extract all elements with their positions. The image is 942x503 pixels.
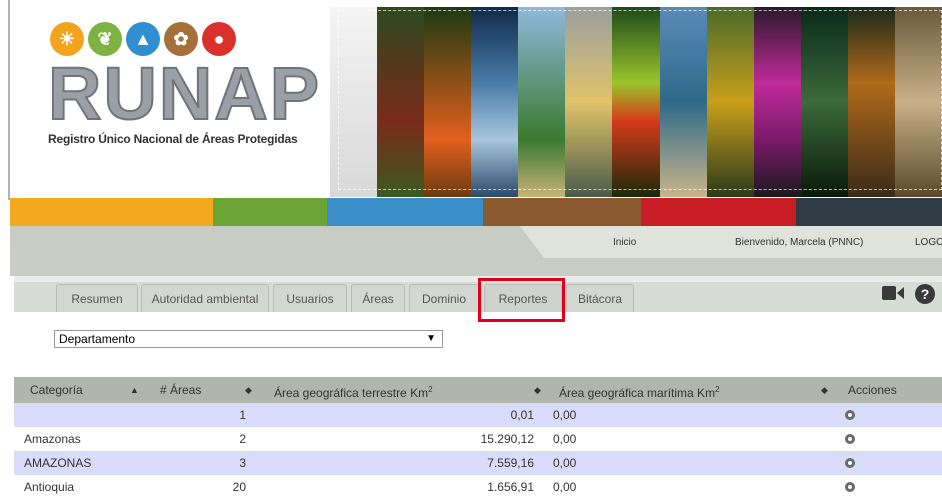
tab-usuarios[interactable]: Usuarios bbox=[273, 284, 347, 312]
department-select[interactable]: Departamento ▼ bbox=[54, 330, 443, 348]
cell-maritima: 0,00 bbox=[553, 456, 577, 470]
cell-categoria: Antioquia bbox=[24, 480, 75, 494]
sort-icon[interactable]: ◆ bbox=[245, 377, 252, 403]
color-bar bbox=[10, 198, 942, 226]
action-view-icon[interactable] bbox=[845, 410, 855, 420]
sort-icon[interactable]: ◆ bbox=[534, 377, 541, 403]
welcome-text: Bienvenido, Marcela (PNNC) bbox=[735, 237, 864, 248]
header-categoria[interactable]: Categoría bbox=[30, 377, 83, 403]
logo-icons: ☀ ❦ ▲ ✿ ● bbox=[50, 22, 298, 56]
runap-logo[interactable]: ☀ ❦ ▲ ✿ ● RUNAP Registro Único Nacional … bbox=[47, 22, 322, 182]
cell-terrestre: 7.559,16 bbox=[487, 456, 534, 470]
logout-link[interactable]: LOGOU bbox=[915, 237, 942, 248]
highlight-box bbox=[478, 278, 565, 322]
inicio-link[interactable]: Inicio bbox=[613, 237, 636, 248]
cell-categoria: AMAZONAS bbox=[24, 456, 92, 470]
leaf-icon: ❦ bbox=[88, 22, 122, 56]
chevron-down-icon: ▼ bbox=[426, 333, 436, 344]
header-maritima[interactable]: Área geográfica marítima Km2 bbox=[559, 377, 720, 403]
tab-bitacora[interactable]: Bitácora bbox=[566, 284, 634, 312]
cell-terrestre: 0,01 bbox=[510, 408, 534, 422]
top-nav: Inicio Bienvenido, Marcela (PNNC) LOGOU bbox=[10, 226, 942, 276]
action-view-icon[interactable] bbox=[845, 434, 855, 444]
sun-icon: ☀ bbox=[50, 22, 84, 56]
table-row[interactable]: AMAZONAS 3 7.559,16 0,00 bbox=[14, 451, 942, 475]
logo-subtitle: Registro Único Nacional de Áreas Protegi… bbox=[48, 132, 298, 146]
cell-maritima: 0,00 bbox=[553, 432, 577, 446]
runap-page: ☀ ❦ ▲ ✿ ● RUNAP Registro Único Nacional … bbox=[0, 0, 942, 503]
table-row[interactable]: Antioquia 20 1.656,91 0,00 bbox=[14, 475, 942, 499]
mountain-icon: ▲ bbox=[126, 22, 160, 56]
cell-terrestre: 1.656,91 bbox=[487, 480, 534, 494]
cell-categoria: Amazonas bbox=[24, 432, 81, 446]
help-icon[interactable]: ? bbox=[915, 284, 935, 304]
left-rule bbox=[8, 0, 10, 200]
cell-num: 2 bbox=[239, 432, 246, 446]
cell-maritima: 0,00 bbox=[553, 480, 577, 494]
header-terrestre[interactable]: Área geográfica terrestre Km2 bbox=[274, 377, 433, 403]
table-header: Categoría ▲ # Áreas ◆ Área geográfica te… bbox=[14, 377, 942, 403]
header-num-areas[interactable]: # Áreas bbox=[160, 377, 201, 403]
select-value: Departamento bbox=[59, 332, 136, 346]
action-view-icon[interactable] bbox=[845, 458, 855, 468]
header: ☀ ❦ ▲ ✿ ● RUNAP Registro Único Nacional … bbox=[0, 0, 942, 198]
cell-num: 1 bbox=[239, 408, 246, 422]
report-table: Categoría ▲ # Áreas ◆ Área geográfica te… bbox=[14, 377, 942, 499]
table-row[interactable]: 1 0,01 0,00 bbox=[14, 403, 942, 427]
tab-autoridad-ambiental[interactable]: Autoridad ambiental bbox=[141, 284, 269, 312]
action-view-icon[interactable] bbox=[845, 482, 855, 492]
cell-num: 20 bbox=[232, 480, 246, 494]
tab-dominio[interactable]: Dominio bbox=[409, 284, 479, 312]
tab-areas[interactable]: Áreas bbox=[351, 284, 405, 312]
video-camera-icon[interactable] bbox=[882, 285, 904, 301]
table-row[interactable]: Amazonas 2 15.290,12 0,00 bbox=[14, 427, 942, 451]
header-acciones: Acciones bbox=[848, 383, 897, 397]
sort-asc-icon[interactable]: ▲ bbox=[130, 377, 139, 403]
nature-banner bbox=[330, 7, 942, 197]
cell-num: 3 bbox=[239, 456, 246, 470]
top-nav-links: Inicio Bienvenido, Marcela (PNNC) LOGOU bbox=[520, 226, 942, 258]
plant-icon: ✿ bbox=[164, 22, 198, 56]
logo-word: RUNAP bbox=[47, 52, 322, 135]
bear-icon: ● bbox=[202, 22, 236, 56]
cell-terrestre: 15.290,12 bbox=[480, 432, 534, 446]
tab-resumen[interactable]: Resumen bbox=[56, 284, 138, 312]
cell-maritima: 0,00 bbox=[553, 408, 577, 422]
sort-icon[interactable]: ◆ bbox=[821, 377, 828, 403]
